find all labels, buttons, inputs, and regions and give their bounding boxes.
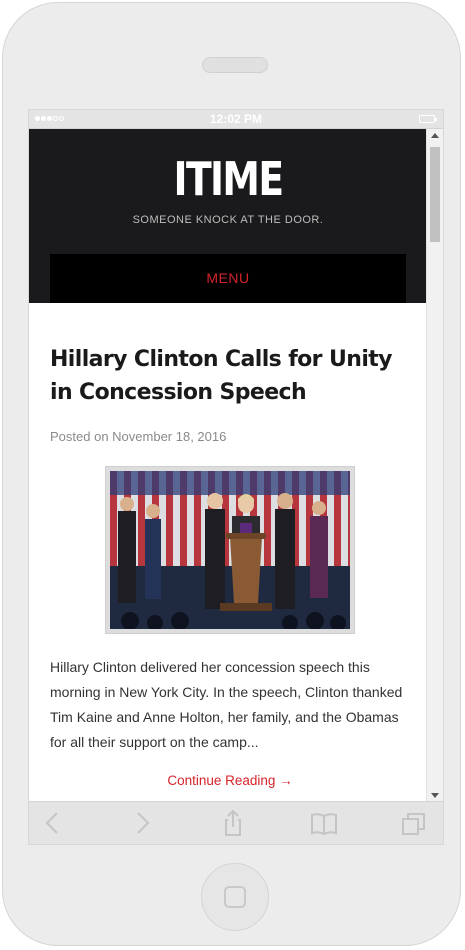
post-excerpt: Hillary Clinton delivered her concession… xyxy=(50,659,403,750)
share-icon[interactable] xyxy=(218,809,248,836)
back-icon[interactable] xyxy=(38,810,68,836)
site-tagline: SOMEONE KNOCK AT THE DOOR. xyxy=(132,214,324,226)
post-meta-prefix: Posted on xyxy=(50,429,109,444)
battery-icon xyxy=(419,115,437,123)
bookmarks-icon[interactable] xyxy=(309,810,339,836)
scroll-thumb[interactable] xyxy=(430,147,440,242)
phone-frame: 12:02 PM ITIME SOMEONE KNOCK AT THE DOOR… xyxy=(2,2,461,946)
scroll-down-arrow-icon[interactable] xyxy=(431,793,439,798)
browser-screen: 12:02 PM ITIME SOMEONE KNOCK AT THE DOOR… xyxy=(28,109,444,845)
scroll-up-arrow-icon[interactable] xyxy=(431,133,439,138)
home-button[interactable] xyxy=(201,863,269,931)
browser-toolbar xyxy=(29,801,443,844)
article: Hillary Clinton Calls for Unity in Conce… xyxy=(50,343,410,788)
menu-button[interactable]: MENU xyxy=(50,254,406,303)
speaker-grille xyxy=(202,57,268,73)
forward-icon[interactable] xyxy=(127,810,157,836)
post-title[interactable]: Hillary Clinton Calls for Unity in Conce… xyxy=(50,343,410,409)
stage-photo xyxy=(110,471,350,631)
site-title[interactable]: ITIME xyxy=(65,151,391,207)
post-featured-image[interactable] xyxy=(105,466,355,634)
post-date[interactable]: November 18, 2016 xyxy=(112,429,226,444)
status-bar: 12:02 PM xyxy=(29,110,443,129)
tabs-icon[interactable] xyxy=(399,810,429,836)
post-meta: Posted on November 18, 2016 xyxy=(50,429,410,444)
page-viewport: ITIME SOMEONE KNOCK AT THE DOOR. MENU Hi… xyxy=(29,129,427,802)
scrollbar[interactable] xyxy=(426,129,443,802)
site-header: ITIME SOMEONE KNOCK AT THE DOOR. MENU xyxy=(29,129,427,303)
status-time: 12:02 PM xyxy=(209,112,263,126)
continue-reading-link[interactable]: Continue Reading → xyxy=(50,773,410,788)
home-square-icon xyxy=(224,886,246,908)
